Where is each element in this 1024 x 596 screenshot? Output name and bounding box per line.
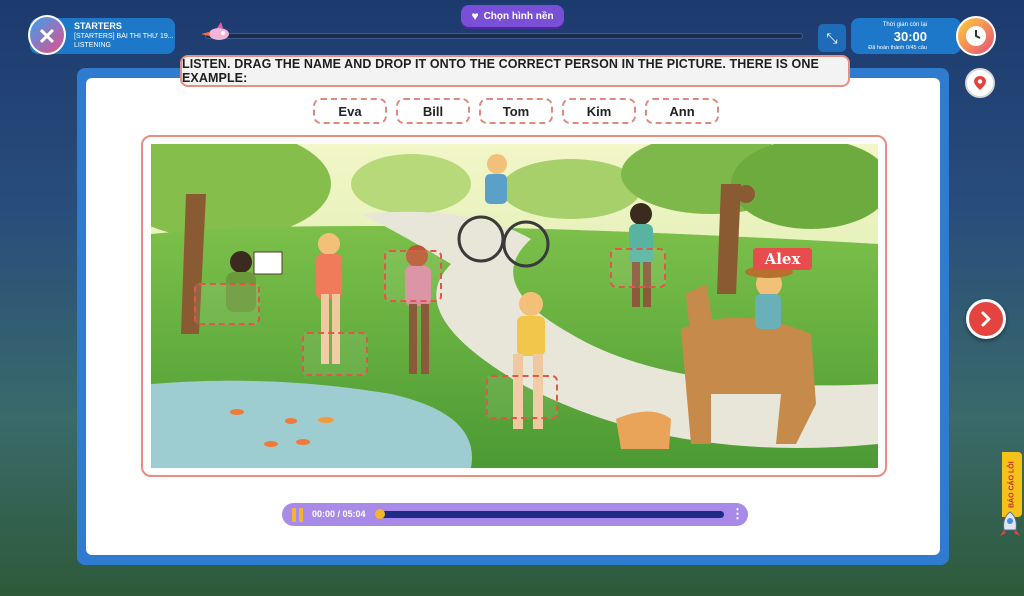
name-chip-bill[interactable]: Bill bbox=[396, 98, 470, 124]
chevron-right-icon bbox=[981, 311, 991, 327]
clock-icon bbox=[956, 16, 996, 56]
drop-zone-painter[interactable] bbox=[194, 283, 260, 325]
drop-zone-girl-red-skirt[interactable] bbox=[302, 332, 368, 376]
park-scene-picture bbox=[151, 144, 878, 468]
audio-seek-bar[interactable] bbox=[376, 511, 724, 518]
audio-time: 00:00 / 05:04 bbox=[312, 509, 366, 519]
choose-background-button[interactable]: ♥ Chọn hình nền bbox=[461, 5, 564, 27]
level-label: STARTERS bbox=[74, 21, 122, 31]
rocket-icon bbox=[1000, 511, 1020, 536]
audio-player: 00:00 / 05:04 ⋮ bbox=[282, 503, 748, 526]
close-icon[interactable]: ✕ bbox=[28, 15, 66, 55]
heart-icon: ♥ bbox=[471, 9, 479, 23]
example-name-tag: Alex bbox=[753, 248, 812, 270]
name-chip-tom[interactable]: Tom bbox=[479, 98, 553, 124]
timer-label: Thời gian còn lại bbox=[882, 22, 927, 28]
drop-zone-boy-dog[interactable] bbox=[486, 375, 558, 419]
question-progress-bar bbox=[205, 33, 803, 39]
more-vertical-icon[interactable]: ⋮ bbox=[731, 506, 744, 522]
drop-zone-boy-tree[interactable] bbox=[610, 248, 666, 288]
test-title: [STARTERS] BÀI THI THỨ 19... bbox=[74, 33, 174, 40]
name-options: Eva Bill Tom Kim Ann bbox=[313, 98, 719, 124]
drop-zone-girl-pink[interactable] bbox=[384, 250, 442, 302]
completed-count: Đã hoàn thành 0/45 câu bbox=[868, 45, 927, 51]
rocket-icon bbox=[201, 22, 229, 40]
next-button[interactable] bbox=[966, 299, 1006, 339]
pause-icon[interactable] bbox=[289, 506, 305, 523]
name-chip-kim[interactable]: Kim bbox=[562, 98, 636, 124]
choose-background-label: Chọn hình nền bbox=[483, 10, 554, 22]
collapse-icon[interactable]: ⤡ bbox=[818, 24, 846, 52]
timer-card: Thời gian còn lại 30:00 Đã hoàn thành 0/… bbox=[851, 18, 961, 54]
audio-seek-handle[interactable] bbox=[375, 509, 385, 519]
name-chip-eva[interactable]: Eva bbox=[313, 98, 387, 124]
section-label: LISTENING bbox=[74, 42, 111, 49]
name-chip-ann[interactable]: Ann bbox=[645, 98, 719, 124]
instruction-banner: LISTEN. DRAG THE NAME AND DROP IT ONTO T… bbox=[180, 55, 850, 87]
timer-value: 30:00 bbox=[893, 29, 927, 44]
report-error-button[interactable]: BÁO CÁO LỖI bbox=[1002, 452, 1022, 517]
pin-icon[interactable] bbox=[965, 68, 995, 98]
